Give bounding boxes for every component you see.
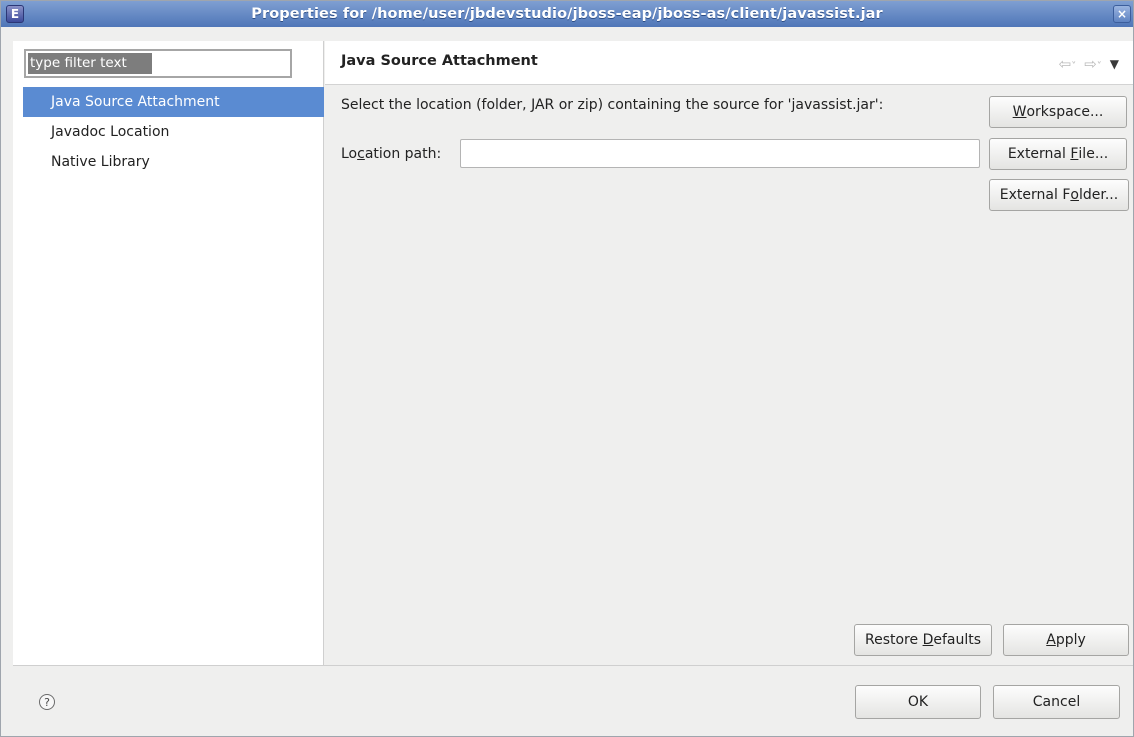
property-page: Java Source Attachment ⇦˅ ⇨˅ ▼ Select th… bbox=[325, 41, 1133, 665]
eclipse-app-icon: E bbox=[6, 5, 24, 23]
filter-input[interactable] bbox=[24, 49, 292, 78]
title-bar[interactable]: E Properties for /home/user/jbdevstudio/… bbox=[1, 1, 1133, 27]
apply-button[interactable]: Apply bbox=[1003, 624, 1129, 656]
source-location-description: Select the location (folder, JAR or zip)… bbox=[341, 97, 884, 113]
tree-item-javadoc-location[interactable]: Javadoc Location bbox=[23, 117, 324, 147]
back-arrow-icon[interactable]: ⇦˅ bbox=[1059, 55, 1077, 73]
location-path-input[interactable] bbox=[460, 139, 980, 168]
view-menu-icon[interactable]: ▼ bbox=[1110, 57, 1119, 71]
forward-arrow-icon[interactable]: ⇨˅ bbox=[1084, 55, 1102, 73]
window-title: Properties for /home/user/jbdevstudio/jb… bbox=[251, 6, 883, 22]
ok-button[interactable]: OK bbox=[855, 685, 981, 719]
page-title: Java Source Attachment bbox=[341, 53, 538, 69]
location-path-label: Location path: bbox=[341, 146, 442, 162]
cancel-button[interactable]: Cancel bbox=[993, 685, 1120, 719]
external-file-button[interactable]: External File... bbox=[989, 138, 1127, 170]
preference-tree: Java Source Attachment Javadoc Location … bbox=[23, 87, 324, 177]
properties-dialog: E Properties for /home/user/jbdevstudio/… bbox=[0, 0, 1134, 737]
workspace-button[interactable]: Workspace... bbox=[989, 96, 1127, 128]
tree-item-native-library[interactable]: Native Library bbox=[23, 147, 324, 177]
page-nav-toolbar: ⇦˅ ⇨˅ ▼ bbox=[1059, 55, 1119, 73]
preference-tree-pane: type filter text Java Source Attachment … bbox=[13, 41, 324, 665]
tree-item-java-source-attachment[interactable]: Java Source Attachment bbox=[23, 87, 324, 117]
page-header: Java Source Attachment ⇦˅ ⇨˅ ▼ bbox=[325, 41, 1133, 85]
close-button[interactable]: × bbox=[1113, 5, 1131, 23]
external-folder-button[interactable]: External Fo lder... bbox=[989, 179, 1129, 211]
bottom-separator bbox=[13, 665, 1133, 666]
help-icon[interactable]: ? bbox=[39, 694, 55, 710]
restore-defaults-button[interactable]: Restore Defaults bbox=[854, 624, 992, 656]
